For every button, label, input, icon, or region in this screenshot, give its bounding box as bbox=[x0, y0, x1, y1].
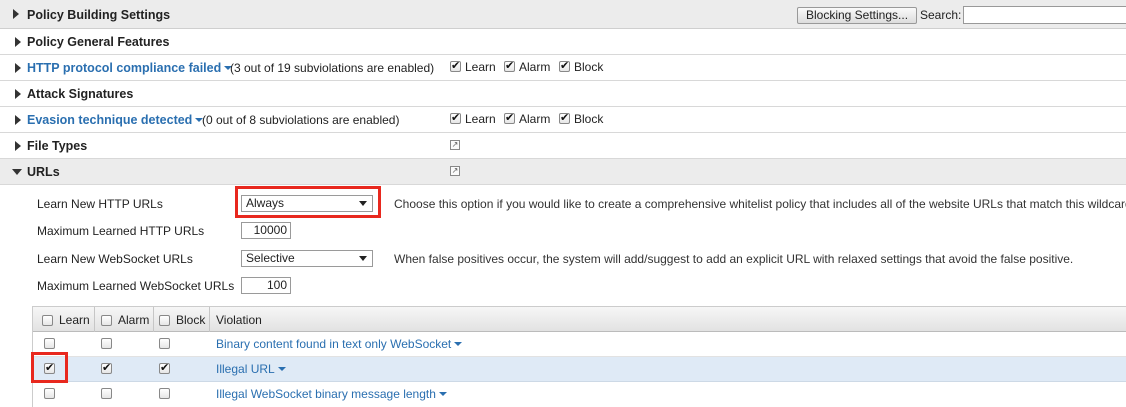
row-alarm-checkbox[interactable] bbox=[101, 361, 112, 374]
violation-name: Binary content found in text only WebSoc… bbox=[216, 337, 452, 351]
section-evasion-technique[interactable]: Evasion technique detected (0 out of 8 s… bbox=[0, 107, 1126, 133]
row-learn-checkbox[interactable] bbox=[44, 338, 55, 349]
expand-triangle-icon bbox=[15, 63, 21, 73]
select-arrow-icon bbox=[359, 256, 367, 261]
alarm-label: Alarm bbox=[519, 112, 551, 126]
learn-column-header: Learn bbox=[59, 313, 90, 327]
collapse-triangle-icon bbox=[12, 169, 22, 175]
learn-new-http-urls-description: Choose this option if you would like to … bbox=[394, 197, 1126, 211]
section-urls[interactable]: URLs ↗ bbox=[0, 159, 1126, 185]
selected-value: Selective bbox=[246, 251, 295, 265]
http-compliance-title: HTTP protocol compliance failed bbox=[27, 61, 222, 75]
row-alarm-checkbox[interactable] bbox=[101, 338, 112, 349]
row-block-checkbox[interactable] bbox=[159, 388, 170, 399]
learn-new-websocket-urls-label: Learn New WebSocket URLs bbox=[37, 252, 193, 266]
row-block-checkbox[interactable] bbox=[159, 361, 170, 374]
table-row[interactable]: Illegal URL bbox=[33, 357, 1126, 382]
violation-name: Illegal URL bbox=[216, 362, 275, 376]
evasion-link[interactable]: Evasion technique detected bbox=[27, 113, 204, 127]
popout-icon[interactable]: ↗ bbox=[450, 140, 460, 150]
block-label: Block bbox=[574, 112, 604, 126]
popout-icon[interactable]: ↗ bbox=[450, 166, 460, 176]
violation-link[interactable]: Illegal WebSocket binary message length bbox=[216, 387, 447, 401]
alarm-label: Alarm bbox=[519, 60, 551, 74]
max-learned-websocket-urls-label: Maximum Learned WebSocket URLs bbox=[37, 279, 235, 293]
column-divider bbox=[94, 307, 95, 332]
expand-triangle-icon bbox=[15, 141, 21, 151]
highlight-box bbox=[235, 186, 381, 218]
block-label: Block bbox=[574, 60, 604, 74]
max-learned-http-urls-label: Maximum Learned HTTP URLs bbox=[37, 224, 205, 238]
column-divider bbox=[209, 307, 210, 332]
learn-new-websocket-urls-description: When false positives occur, the system w… bbox=[394, 252, 1074, 266]
violation-link[interactable]: Illegal URL bbox=[216, 362, 286, 376]
violations-table: Learn Alarm Block Violation Binary conte… bbox=[32, 306, 1126, 407]
block-checkbox[interactable] bbox=[559, 111, 570, 124]
dropdown-caret-icon bbox=[277, 367, 286, 371]
http-compliance-link[interactable]: HTTP protocol compliance failed bbox=[27, 61, 233, 75]
learn-checkbox[interactable] bbox=[450, 59, 461, 72]
row-learn-checkbox[interactable] bbox=[44, 388, 55, 399]
section-title: File Types bbox=[27, 139, 88, 153]
block-checkbox[interactable] bbox=[559, 59, 570, 72]
policy-building-settings-header[interactable]: Policy Building Settings Blocking Settin… bbox=[0, 0, 1126, 29]
search-input[interactable] bbox=[963, 6, 1126, 24]
subviolations-note: (0 out of 8 subviolations are enabled) bbox=[202, 113, 400, 127]
max-learned-websocket-urls-input[interactable]: 100 bbox=[241, 277, 291, 294]
expand-triangle-icon bbox=[13, 9, 19, 19]
search-label: Search: bbox=[920, 8, 962, 22]
section-policy-general-features[interactable]: Policy General Features bbox=[0, 29, 1126, 55]
table-row[interactable]: Binary content found in text only WebSoc… bbox=[33, 332, 1126, 357]
alarm-checkbox[interactable] bbox=[504, 59, 515, 72]
highlight-box bbox=[31, 352, 68, 383]
alarm-column-header: Alarm bbox=[118, 313, 150, 327]
blocking-settings-button[interactable]: Blocking Settings... bbox=[797, 7, 917, 24]
row-alarm-checkbox[interactable] bbox=[101, 388, 112, 399]
expand-triangle-icon bbox=[15, 37, 21, 47]
learn-label: Learn bbox=[465, 60, 496, 74]
section-title: Policy General Features bbox=[27, 35, 170, 49]
row-block-checkbox[interactable] bbox=[159, 338, 170, 349]
dropdown-caret-icon bbox=[438, 392, 447, 396]
table-row[interactable]: Illegal WebSocket binary message length bbox=[33, 382, 1126, 407]
column-divider bbox=[153, 307, 154, 332]
learn-label: Learn bbox=[465, 112, 496, 126]
violation-name: Illegal WebSocket binary message length bbox=[216, 387, 436, 401]
learn-new-http-urls-label: Learn New HTTP URLs bbox=[37, 197, 163, 211]
section-file-types[interactable]: File Types ↗ bbox=[0, 133, 1126, 159]
section-attack-signatures[interactable]: Attack Signatures bbox=[0, 81, 1126, 107]
dropdown-caret-icon bbox=[454, 342, 463, 346]
max-learned-http-urls-input[interactable]: 10000 bbox=[241, 222, 291, 239]
alarm-select-all-checkbox[interactable] bbox=[101, 315, 112, 326]
violation-link[interactable]: Binary content found in text only WebSoc… bbox=[216, 337, 463, 351]
block-select-all-checkbox[interactable] bbox=[159, 315, 170, 326]
learn-select-all-checkbox[interactable] bbox=[42, 315, 53, 326]
learn-checkbox[interactable] bbox=[450, 111, 461, 124]
section-title: URLs bbox=[27, 165, 60, 179]
violation-column-header: Violation bbox=[216, 313, 262, 327]
subviolations-note: (3 out of 19 subviolations are enabled) bbox=[230, 61, 435, 75]
table-header: Learn Alarm Block Violation bbox=[33, 306, 1126, 332]
evasion-title: Evasion technique detected bbox=[27, 113, 193, 127]
page-title: Policy Building Settings bbox=[27, 8, 171, 22]
section-title: Attack Signatures bbox=[27, 87, 134, 101]
section-http-protocol-compliance[interactable]: HTTP protocol compliance failed (3 out o… bbox=[0, 55, 1126, 81]
learn-new-websocket-urls-select[interactable]: Selective bbox=[241, 250, 373, 267]
block-column-header: Block bbox=[176, 313, 206, 327]
alarm-checkbox[interactable] bbox=[504, 111, 515, 124]
expand-triangle-icon bbox=[15, 115, 21, 125]
expand-triangle-icon bbox=[15, 89, 21, 99]
